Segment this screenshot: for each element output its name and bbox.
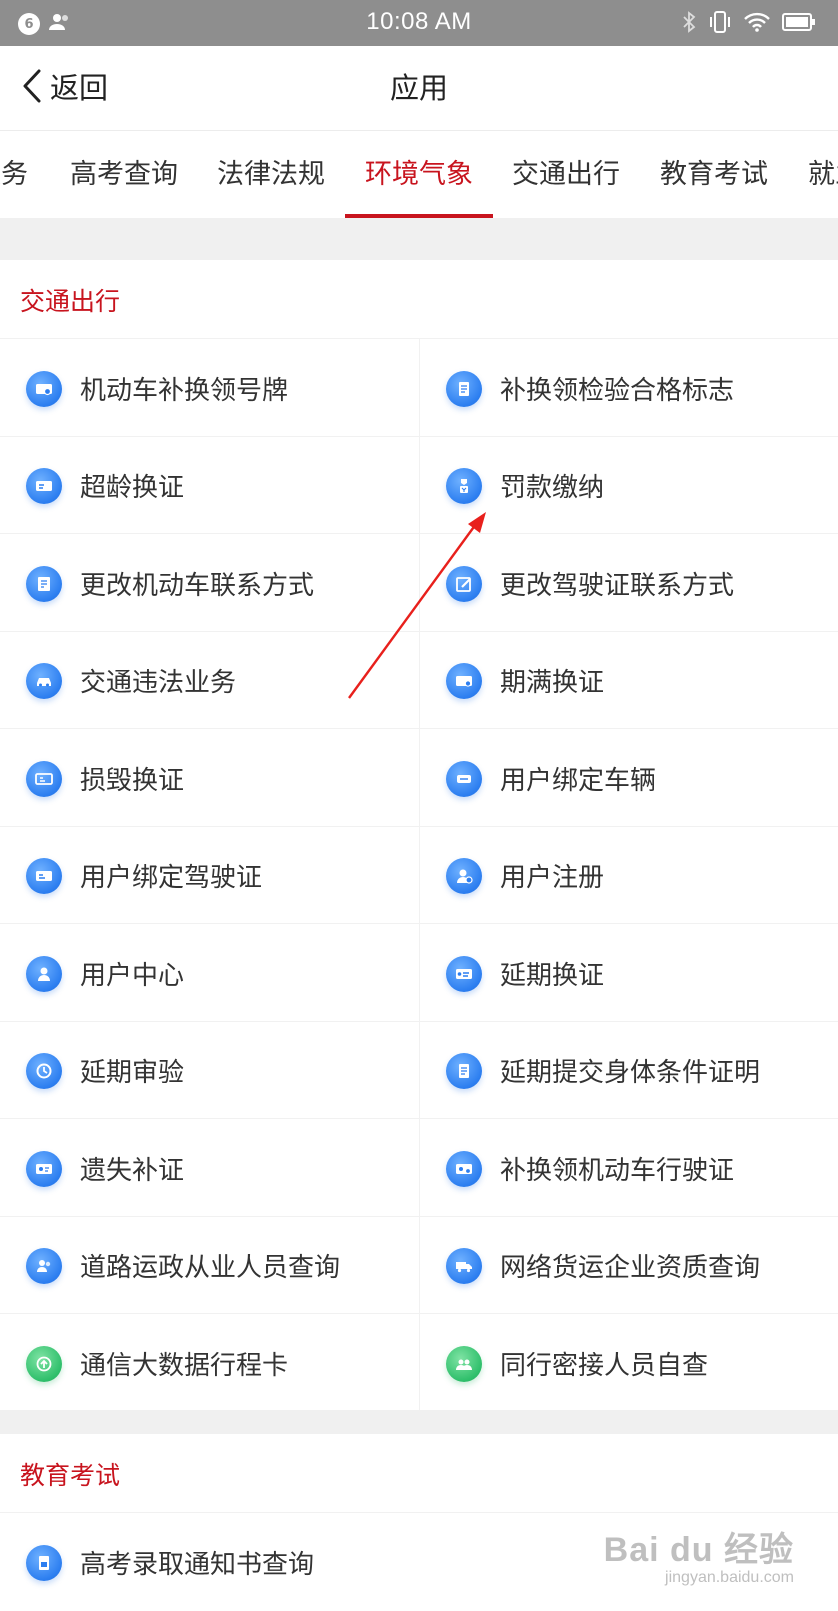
service-item-label: 期满换证 bbox=[500, 668, 605, 698]
wifi-icon bbox=[744, 12, 770, 36]
truck-icon bbox=[446, 1247, 482, 1284]
back-label: 返回 bbox=[50, 71, 109, 105]
service-item-license-contact-change[interactable]: 更改驾驶证联系方式 bbox=[446, 535, 734, 632]
app-header: 返回 应用 bbox=[0, 46, 838, 131]
service-item-expiry-renewal[interactable]: 期满换证 bbox=[446, 632, 604, 729]
service-item-inspection-sticker[interactable]: 补换领检验合格标志 bbox=[446, 340, 734, 437]
service-item-label: 交通违法业务 bbox=[80, 668, 237, 698]
service-item-driving-permit-replace[interactable]: 补换领机动车行驶证 bbox=[446, 1120, 734, 1217]
user-add-icon bbox=[446, 857, 482, 894]
service-item-admission-notice-query[interactable]: 高考录取通知书查询 bbox=[26, 1514, 314, 1611]
category-tabs: 服务 高考查询 法律法规 环境气象 交通出行 教育考试 就业 bbox=[0, 131, 838, 218]
tab-transport[interactable]: 交通出行 bbox=[512, 131, 620, 218]
service-item-label: 延期审验 bbox=[80, 1058, 185, 1088]
service-item-overage-license[interactable]: 超龄换证 bbox=[26, 437, 184, 534]
chevron-left-icon bbox=[22, 68, 42, 108]
group-icon bbox=[446, 1345, 482, 1382]
service-item-label: 延期换证 bbox=[500, 961, 605, 991]
service-item-freight-company-query[interactable]: 网络货运企业资质查询 bbox=[446, 1217, 760, 1314]
service-item-label: 高考录取通知书查询 bbox=[80, 1550, 315, 1580]
damaged-card-icon bbox=[26, 760, 62, 797]
service-item-label: 遗失补证 bbox=[80, 1156, 185, 1186]
tab-education-exam[interactable]: 教育考试 bbox=[660, 131, 768, 218]
section-divider bbox=[0, 1410, 838, 1434]
notice-icon bbox=[26, 1544, 62, 1581]
service-item-label: 同行密接人员自查 bbox=[500, 1351, 709, 1381]
service-item-deferred-renewal[interactable]: 延期换证 bbox=[446, 925, 604, 1022]
service-item-label: 更改机动车联系方式 bbox=[80, 571, 315, 601]
vibrate-icon bbox=[708, 10, 732, 38]
service-item-damaged-renewal[interactable]: 损毁换证 bbox=[26, 730, 184, 827]
document-icon bbox=[446, 1052, 482, 1089]
edit-icon bbox=[446, 565, 482, 602]
tab-environment-weather[interactable]: 环境气象 bbox=[365, 131, 473, 218]
service-item-label: 更改驾驶证联系方式 bbox=[500, 571, 735, 601]
service-item-bind-license[interactable]: 用户绑定驾驶证 bbox=[26, 827, 262, 924]
service-item-label: 用户中心 bbox=[80, 961, 185, 991]
people-icon bbox=[26, 1247, 62, 1284]
car-bind-icon bbox=[446, 760, 482, 797]
service-item-label: 用户绑定驾驶证 bbox=[80, 863, 263, 893]
service-item-lost-reissue[interactable]: 遗失补证 bbox=[26, 1120, 184, 1217]
id-card-icon bbox=[26, 1150, 62, 1187]
service-item-label: 超龄换证 bbox=[80, 473, 185, 503]
id-card-icon bbox=[446, 955, 482, 992]
fine-payment-icon bbox=[446, 467, 482, 504]
service-item-deferred-health-proof[interactable]: 延期提交身体条件证明 bbox=[446, 1022, 760, 1119]
service-item-label: 损毁换证 bbox=[80, 766, 185, 796]
service-item-label: 用户注册 bbox=[500, 863, 605, 893]
tab-services[interactable]: 服务 bbox=[0, 131, 28, 218]
car-icon bbox=[26, 662, 62, 699]
service-item-label: 网络货运企业资质查询 bbox=[500, 1253, 761, 1283]
service-item-transport-staff-query[interactable]: 道路运政从业人员查询 bbox=[26, 1217, 340, 1314]
grid-row-divider bbox=[0, 1512, 838, 1513]
section-divider bbox=[0, 218, 838, 260]
watermark-sub-text: jingyan.baidu.com bbox=[665, 1569, 794, 1586]
license-plate-icon bbox=[26, 370, 62, 407]
service-item-label: 用户绑定车辆 bbox=[500, 766, 657, 796]
grid-row-divider bbox=[0, 338, 838, 339]
section-title-education-exam: 教育考试 bbox=[20, 1461, 121, 1490]
user-icon bbox=[26, 955, 62, 992]
service-item-label: 通信大数据行程卡 bbox=[80, 1351, 289, 1381]
battery-icon bbox=[782, 12, 816, 36]
service-item-bind-vehicle[interactable]: 用户绑定车辆 bbox=[446, 730, 656, 827]
service-item-itinerary-card[interactable]: 通信大数据行程卡 bbox=[26, 1315, 288, 1412]
inspection-sticker-icon bbox=[446, 370, 482, 407]
service-item-traffic-violation[interactable]: 交通违法业务 bbox=[26, 632, 236, 729]
baidu-jingyan-watermark: Bai du 经验 jingyan.baidu.com bbox=[604, 1522, 794, 1587]
service-item-label: 罚款缴纳 bbox=[500, 473, 605, 503]
service-item-label: 补换领机动车行驶证 bbox=[500, 1156, 735, 1186]
service-item-label: 延期提交身体条件证明 bbox=[500, 1058, 761, 1088]
license-bind-icon bbox=[26, 857, 62, 894]
service-item-motor-plate-replace[interactable]: 机动车补换领号牌 bbox=[26, 340, 288, 437]
service-item-deferred-inspection[interactable]: 延期审验 bbox=[26, 1022, 184, 1119]
tab-gaokao-query[interactable]: 高考查询 bbox=[70, 131, 178, 218]
service-item-label: 补换领检验合格标志 bbox=[500, 376, 735, 406]
id-card-icon bbox=[26, 467, 62, 504]
status-bar-right bbox=[682, 10, 816, 38]
id-card-icon bbox=[446, 1150, 482, 1187]
id-card-icon bbox=[446, 662, 482, 699]
edit-document-icon bbox=[26, 565, 62, 602]
tab-employment[interactable]: 就业 bbox=[808, 131, 838, 218]
service-item-user-register[interactable]: 用户注册 bbox=[446, 827, 604, 924]
clock-icon bbox=[26, 1052, 62, 1089]
bluetooth-icon bbox=[682, 11, 696, 37]
status-bar: 6 10:08 AM bbox=[0, 0, 838, 46]
back-button[interactable]: 返回 bbox=[22, 68, 108, 108]
arrow-up-icon bbox=[26, 1345, 62, 1382]
service-item-user-center[interactable]: 用户中心 bbox=[26, 925, 184, 1022]
service-item-label: 机动车补换领号牌 bbox=[80, 376, 289, 406]
watermark-main-text: Bai du 经验 bbox=[603, 1531, 794, 1569]
section-title-transport: 交通出行 bbox=[20, 287, 121, 316]
service-item-vehicle-contact-change[interactable]: 更改机动车联系方式 bbox=[26, 535, 314, 632]
service-item-label: 道路运政从业人员查询 bbox=[80, 1253, 341, 1283]
grid-column-divider bbox=[419, 338, 420, 1410]
page-title: 应用 bbox=[389, 71, 448, 105]
tab-laws[interactable]: 法律法规 bbox=[217, 131, 325, 218]
service-item-fine-payment[interactable]: 罚款缴纳 bbox=[446, 437, 604, 534]
service-item-close-contact-check[interactable]: 同行密接人员自查 bbox=[446, 1315, 708, 1412]
